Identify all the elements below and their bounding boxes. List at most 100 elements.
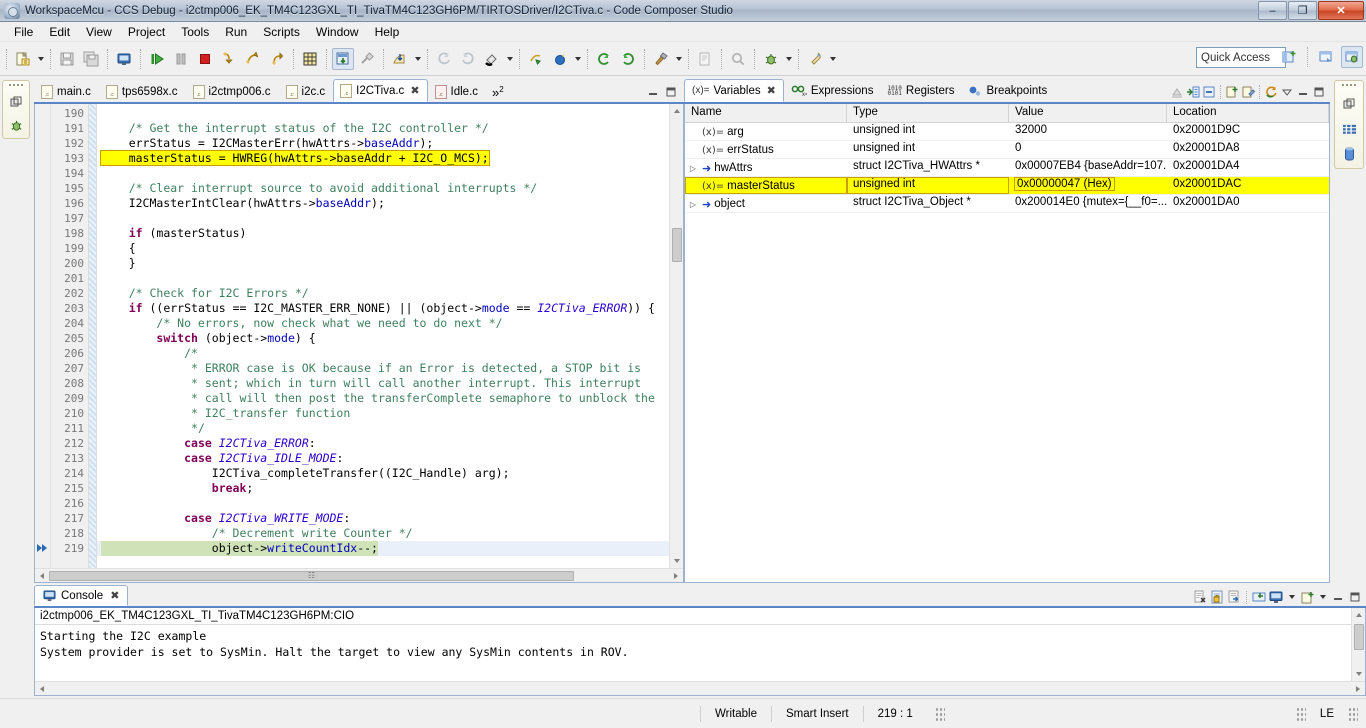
minimize-icon[interactable]: [646, 85, 660, 99]
code-line[interactable]: if (masterStatus): [97, 226, 669, 241]
tab-breakpoints[interactable]: Breakpoints: [961, 80, 1054, 102]
code-line[interactable]: * call will then post the transferComple…: [97, 391, 669, 406]
restore-icon[interactable]: [7, 93, 25, 111]
disconnect-target-icon[interactable]: [389, 48, 411, 70]
grid-icon[interactable]: [299, 48, 321, 70]
code-line[interactable]: [97, 106, 669, 121]
view-menu-icon[interactable]: [1280, 85, 1294, 99]
code-line[interactable]: I2CMasterIntClear(hwAttrs->baseAddr);: [97, 196, 669, 211]
display-selected-console-icon[interactable]: [1252, 590, 1266, 604]
scroll-lock-icon[interactable]: [1210, 590, 1224, 604]
code-line[interactable]: [97, 496, 669, 511]
show-type-names-icon[interactable]: [1186, 85, 1200, 99]
build-icon[interactable]: [650, 48, 672, 70]
code-line[interactable]: /* Check for I2C Errors */: [97, 286, 669, 301]
tab-variables[interactable]: (x)= Variables ✖: [684, 79, 784, 102]
run-to-line-icon[interactable]: [525, 48, 547, 70]
table-row[interactable]: (x)= arg unsigned int 32000 0x20001D9C: [685, 123, 1329, 141]
editor-tabs-overflow-button[interactable]: » 2: [486, 85, 510, 100]
minimize-icon[interactable]: [1296, 85, 1310, 99]
refresh-variables-icon[interactable]: [1264, 85, 1278, 99]
scroll-up-icon[interactable]: [670, 104, 683, 118]
code-line[interactable]: /* Clear interrupt source to avoid addit…: [97, 181, 669, 196]
maximize-icon[interactable]: [1348, 590, 1362, 604]
code-line[interactable]: errStatus = I2CMasterErr(hwAttrs->baseAd…: [97, 136, 669, 151]
new-console-view-icon[interactable]: [1300, 590, 1314, 604]
close-icon[interactable]: ✖: [767, 84, 776, 97]
menu-run[interactable]: Run: [217, 23, 255, 41]
step-return-icon[interactable]: [266, 48, 288, 70]
status-grip[interactable]: [1348, 706, 1358, 721]
tab-registers[interactable]: 1010 0101 Registers: [880, 80, 961, 102]
code-line[interactable]: masterStatus = HWREG(hwAttrs->baseAddr +…: [97, 150, 669, 166]
code-line[interactable]: case I2CTiva_WRITE_MODE:: [97, 511, 669, 526]
scroll-right-icon[interactable]: [1351, 682, 1365, 696]
open-console-dropdown-arrow[interactable]: [1286, 590, 1297, 604]
variable-type-cell[interactable]: struct I2CTiva_Object *: [847, 195, 1009, 212]
variable-location-cell[interactable]: 0x20001DA8: [1167, 141, 1329, 158]
collapse-watch-icon[interactable]: [1170, 85, 1184, 99]
column-header-value[interactable]: Value: [1009, 104, 1167, 122]
menu-view[interactable]: View: [78, 23, 120, 41]
variable-value-cell[interactable]: 0x00000047 (Hex): [1009, 177, 1167, 194]
debug-bug-icon[interactable]: [7, 116, 25, 134]
step-into-icon[interactable]: [218, 48, 240, 70]
perspective-ccs-debug-icon[interactable]: [1341, 46, 1363, 68]
variable-value-cell[interactable]: 0x200014E0 {mutex={__f0=...: [1009, 195, 1167, 212]
code-line[interactable]: case I2CTiva_IDLE_MODE:: [97, 451, 669, 466]
memory-browser-icon[interactable]: [1340, 120, 1358, 138]
new-dropdown-arrow[interactable]: [35, 48, 46, 70]
code-line[interactable]: break;: [97, 481, 669, 496]
debug-dropdown-arrow[interactable]: [783, 48, 794, 70]
code-line[interactable]: [97, 271, 669, 286]
editor-tab-i2ctiva-c[interactable]: .c I2CTiva.c ✖: [333, 79, 428, 102]
load-program-icon[interactable]: [332, 47, 354, 70]
code-line[interactable]: switch (object->mode) {: [97, 331, 669, 346]
table-row[interactable]: ▷ ➜ object struct I2CTiva_Object * 0x200014E…: [685, 195, 1329, 213]
build-dropdown-arrow[interactable]: [673, 48, 684, 70]
restart-icon[interactable]: [433, 48, 455, 70]
variable-name-cell[interactable]: (x)= arg: [685, 123, 847, 140]
battery-icon[interactable]: [1340, 145, 1358, 163]
close-icon[interactable]: ✖: [110, 589, 119, 602]
open-console-icon[interactable]: [113, 48, 135, 70]
variable-value-cell[interactable]: 32000: [1009, 123, 1167, 140]
menu-scripts[interactable]: Scripts: [255, 23, 308, 41]
editor-tab-main-c[interactable]: .c main.c: [34, 80, 99, 102]
variable-value-cell[interactable]: 0x00007EB4 {baseAddr=107...: [1009, 159, 1167, 176]
maximize-icon[interactable]: [664, 85, 678, 99]
code-line[interactable]: case I2CTiva_ERROR:: [97, 436, 669, 451]
restore-icon[interactable]: [1340, 95, 1358, 113]
variable-name-cell[interactable]: (x)= masterStatus: [685, 177, 847, 194]
open-console-icon[interactable]: [1269, 590, 1283, 604]
forward-icon[interactable]: [617, 48, 639, 70]
perspective-ccs-edit-icon[interactable]: [1315, 46, 1337, 68]
fast-view-grip[interactable]: [1341, 83, 1357, 88]
editor-tab-i2c-c[interactable]: .c i2c.c: [279, 80, 334, 102]
minimize-window-button[interactable]: –: [1258, 1, 1287, 20]
quick-access-input[interactable]: Quick Access: [1196, 47, 1286, 68]
console-horizontal-scrollbar[interactable]: [35, 681, 1365, 695]
variable-location-cell[interactable]: 0x20001DA4: [1167, 159, 1329, 176]
variable-name-cell[interactable]: (x)= errStatus: [685, 141, 847, 158]
maximize-icon[interactable]: [1312, 85, 1326, 99]
expand-arrow-icon[interactable]: ▷: [687, 164, 699, 173]
code-line[interactable]: object->writeCountIdx--;: [97, 541, 669, 556]
column-header-name[interactable]: Name: [685, 104, 847, 122]
run-dropdown-arrow[interactable]: [827, 48, 838, 70]
editor-scroll-thumb[interactable]: [672, 228, 682, 262]
scroll-left-icon[interactable]: [35, 569, 49, 583]
variable-value-cell[interactable]: 0: [1009, 141, 1167, 158]
resume-icon[interactable]: [146, 48, 168, 70]
open-perspective-icon[interactable]: [1278, 46, 1300, 68]
clear-console-icon[interactable]: [1193, 590, 1207, 604]
fill-memory-icon[interactable]: [481, 48, 503, 70]
code-line[interactable]: /* No errors, now check what we need to …: [97, 316, 669, 331]
code-line[interactable]: /* Get the interrupt status of the I2C c…: [97, 121, 669, 136]
run-icon[interactable]: [804, 48, 826, 70]
code-line[interactable]: {: [97, 241, 669, 256]
variable-name-cell[interactable]: ▷ ➜ object: [685, 195, 847, 212]
scroll-down-icon[interactable]: [670, 554, 683, 568]
code-line[interactable]: */: [97, 421, 669, 436]
console-vertical-scrollbar[interactable]: [1351, 608, 1365, 681]
